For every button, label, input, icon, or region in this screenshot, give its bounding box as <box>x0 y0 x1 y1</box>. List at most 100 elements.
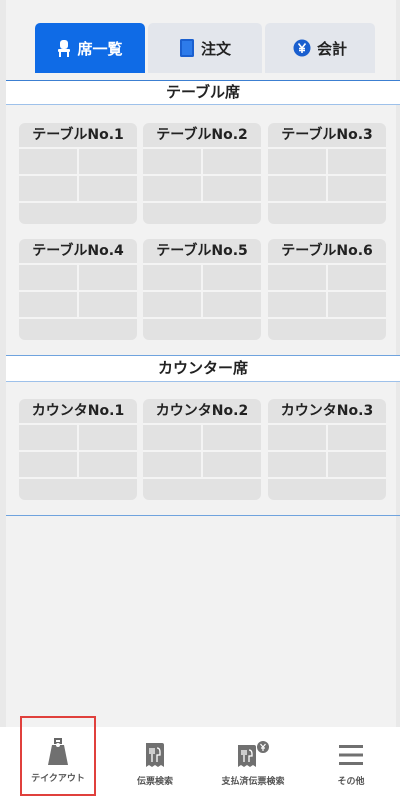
table-card-cell <box>203 292 261 317</box>
table-card-grid <box>19 263 137 340</box>
table-card-cell <box>79 452 137 477</box>
table-card-cell <box>79 149 137 174</box>
table-card-name: カウンタNo.1 <box>31 403 125 419</box>
table-card[interactable]: テーブルNo.5 <box>143 239 261 340</box>
nav-takeout-label: テイクアウト <box>31 774 85 784</box>
table-card-cell <box>19 176 77 201</box>
table-card[interactable]: テーブルNo.2 <box>143 123 261 224</box>
nav-paid-receipt-search[interactable]: 支払済伝票検索 <box>208 727 298 797</box>
table-card[interactable]: カウンタNo.1 <box>19 399 137 500</box>
nav-paid-receipt-search-label: 支払済伝票検索 <box>221 777 285 787</box>
table-card-grid <box>268 147 386 224</box>
table-card-name: テーブルNo.2 <box>156 127 248 143</box>
table-card-cell <box>268 292 326 317</box>
table-card-cell <box>79 265 137 290</box>
table-card-name: テーブルNo.3 <box>281 127 373 143</box>
tab-seat-list-label: 席一覧 <box>77 39 123 58</box>
receipt-search-icon <box>142 739 168 771</box>
table-card[interactable]: テーブルNo.6 <box>268 239 386 340</box>
tab-seat-list[interactable]: 席一覧 <box>35 23 145 73</box>
table-card-grid <box>268 263 386 340</box>
tab-bill[interactable]: 会計 <box>265 23 375 73</box>
table-card[interactable]: テーブルNo.4 <box>19 239 137 340</box>
table-card-cell <box>203 265 261 290</box>
table-card-cell <box>143 452 201 477</box>
takeout-bag-icon <box>47 736 69 768</box>
table-card-cell <box>268 149 326 174</box>
table-card-cell <box>19 319 137 340</box>
section-title: テーブル席 <box>165 83 241 101</box>
table-card-cell <box>203 176 261 201</box>
table-card-cell <box>328 149 386 174</box>
table-card-grid <box>143 147 261 224</box>
table-card-cell <box>268 176 326 201</box>
table-card-name: テーブルNo.5 <box>156 243 248 259</box>
table-card-cell <box>328 425 386 450</box>
table-card-cell <box>19 425 77 450</box>
nav-other-label: その他 <box>337 777 365 787</box>
table-card-cell <box>203 425 261 450</box>
table-card-cell <box>143 265 201 290</box>
table-card[interactable]: カウンタNo.2 <box>143 399 261 500</box>
table-card-cell <box>19 149 77 174</box>
table-card-cell <box>19 479 137 500</box>
nav-receipt-search-label: 伝票検索 <box>136 777 173 787</box>
table-card-name: カウンタNo.2 <box>155 403 249 419</box>
table-card-grid <box>143 423 261 500</box>
table-card-cell <box>328 176 386 201</box>
table-card-cell <box>203 149 261 174</box>
table-card-cell <box>79 176 137 201</box>
section-header-table-seats: テーブル席 <box>6 80 400 105</box>
table-card-name: テーブルNo.6 <box>281 243 373 259</box>
table-card-cell <box>79 425 137 450</box>
top-tab-bar: 席一覧 注文 会計 <box>35 23 375 73</box>
nav-takeout[interactable]: テイクアウト <box>20 716 96 796</box>
table-card[interactable]: カウンタNo.3 <box>268 399 386 500</box>
table-card-grid <box>143 263 261 340</box>
bottom-nav-bar: テイクアウト 伝票検索 支払済伝票検索 その他 <box>0 716 400 801</box>
table-card-cell <box>143 203 261 224</box>
table-card-name: テーブルNo.1 <box>32 127 124 143</box>
table-card-cell <box>268 265 326 290</box>
table-card-grid <box>19 147 137 224</box>
table-card-cell <box>268 203 386 224</box>
table-card-cell <box>143 319 261 340</box>
right-frame-edge <box>396 0 400 801</box>
table-card-cell <box>143 176 201 201</box>
tab-order-label: 注文 <box>200 39 231 58</box>
section-divider <box>6 515 400 516</box>
table-card-cell <box>203 452 261 477</box>
table-card-cell <box>268 319 386 340</box>
table-card-cell <box>143 425 201 450</box>
table-card-cell <box>79 292 137 317</box>
table-card[interactable]: テーブルNo.1 <box>19 123 137 224</box>
book-icon <box>179 38 195 58</box>
seat-icon <box>57 39 71 57</box>
table-card-cell <box>19 452 77 477</box>
table-card-cell <box>268 479 386 500</box>
table-card-cell <box>328 292 386 317</box>
section-title: カウンター席 <box>157 359 248 377</box>
table-card-cell <box>328 452 386 477</box>
tab-order[interactable]: 注文 <box>148 23 262 73</box>
yen-icon <box>293 39 311 57</box>
table-card[interactable]: テーブルNo.3 <box>268 123 386 224</box>
table-card-cell <box>143 292 201 317</box>
tab-bill-label: 会計 <box>316 39 347 58</box>
table-card-cell <box>143 149 201 174</box>
table-card-cell <box>268 425 326 450</box>
table-card-cell <box>143 479 261 500</box>
table-card-cell <box>328 265 386 290</box>
table-card-name: カウンタNo.3 <box>280 403 374 419</box>
table-card-cell <box>268 452 326 477</box>
table-card-cell <box>19 203 137 224</box>
left-frame-edge <box>0 0 6 801</box>
table-card-grid <box>268 423 386 500</box>
table-card-name: テーブルNo.4 <box>32 243 124 259</box>
nav-receipt-search[interactable]: 伝票検索 <box>110 727 200 797</box>
nav-other[interactable]: その他 <box>306 727 396 797</box>
paid-receipt-search-icon <box>234 739 272 771</box>
table-card-cell <box>19 292 77 317</box>
section-header-counter-seats: カウンター席 <box>6 356 400 382</box>
menu-icon <box>338 739 364 771</box>
